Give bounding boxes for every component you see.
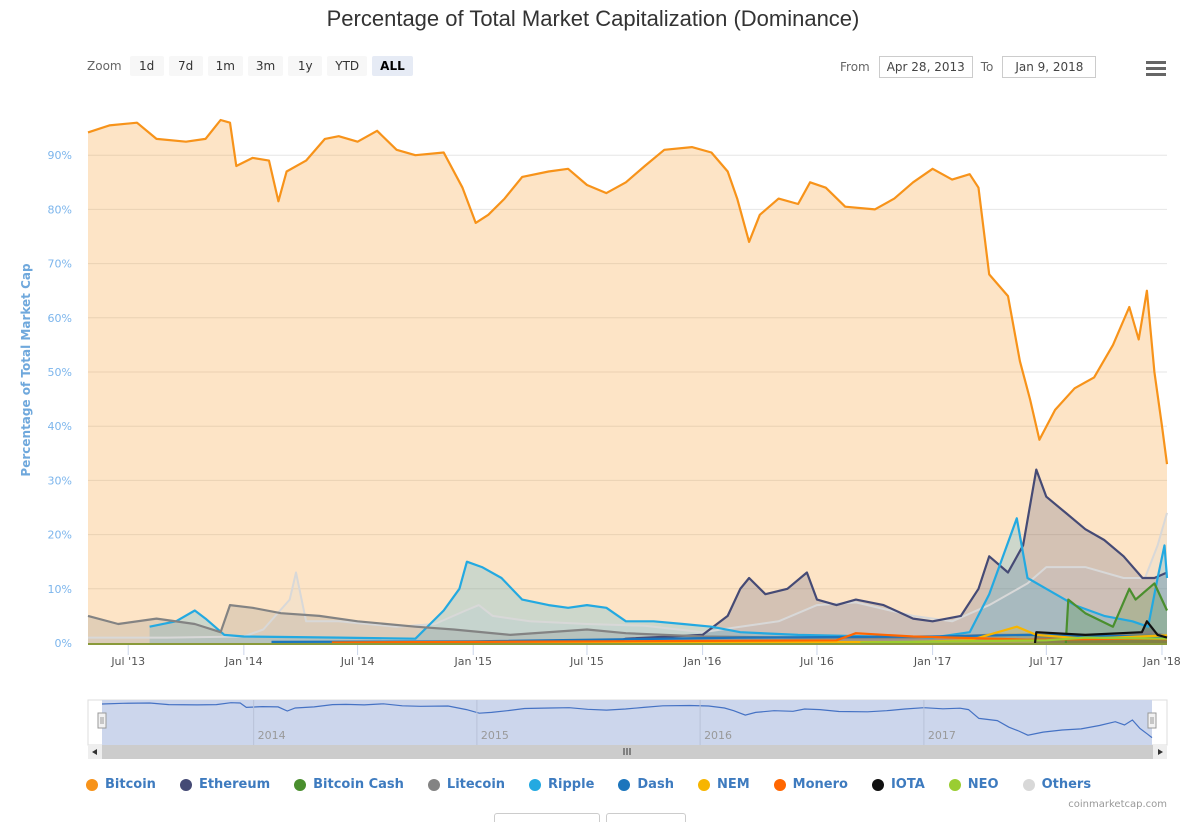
legend-item-others[interactable]: Others (1022, 777, 1092, 792)
x-tick-label: Jan '14 (224, 655, 262, 668)
legend-label: NEO (967, 777, 999, 792)
navigator-year-label: 2016 (704, 729, 732, 742)
legend-label: Bitcoin Cash (313, 777, 404, 792)
legend-marker-icon (427, 778, 440, 791)
legend-item-bitcoin-cash[interactable]: Bitcoin Cash (294, 777, 404, 792)
legend-label: Ethereum (198, 777, 271, 792)
legend-item-iota[interactable]: IOTA (871, 777, 925, 792)
navigator-year-label: 2014 (258, 729, 286, 742)
y-tick-label: 10% (48, 583, 72, 596)
x-tick-label: Jul '17 (1028, 655, 1063, 668)
x-tick-label: Jan '17 (913, 655, 951, 668)
x-tick-label: Jul '16 (799, 655, 834, 668)
legend-item-dash[interactable]: Dash (618, 777, 674, 792)
y-tick-label: 40% (48, 420, 72, 433)
x-tick-label: Jul '13 (110, 655, 145, 668)
legend-marker-icon (179, 778, 192, 791)
legend-marker-icon (1022, 778, 1035, 791)
legend-item-ethereum[interactable]: Ethereum (179, 777, 271, 792)
legend-label: Ripple (548, 777, 595, 792)
x-tick-label: Jan '15 (453, 655, 491, 668)
legend-label: Bitcoin (105, 777, 156, 792)
legend-marker-icon (618, 778, 631, 791)
legend-label: Monero (792, 777, 848, 792)
bottom-tab[interactable] (494, 813, 600, 822)
legend-item-ripple[interactable]: Ripple (529, 777, 594, 792)
legend-item-bitcoin[interactable]: Bitcoin (86, 777, 156, 792)
navigator[interactable]: 2014 2015 2016 2017 (87, 699, 1168, 759)
y-tick-label: 90% (48, 149, 72, 162)
legend-marker-icon (86, 778, 98, 791)
y-tick-label: 80% (48, 203, 72, 216)
y-tick-label: 30% (48, 474, 72, 487)
legend-marker-icon (948, 778, 961, 791)
x-tick-label: Jul '14 (340, 655, 375, 668)
y-tick-label: 70% (48, 258, 72, 271)
legend: Bitcoin Ethereum Bitcoin Cash Litecoin Rippl… (86, 777, 1115, 792)
y-axis-title: Percentage of Total Market Cap (19, 263, 33, 477)
x-tick-label: Jan '18 (1142, 655, 1180, 668)
legend-item-nem[interactable]: NEM (697, 777, 750, 792)
legend-label: Others (1041, 777, 1092, 792)
legend-item-neo[interactable]: NEO (948, 777, 999, 792)
legend-marker-icon (529, 778, 542, 791)
legend-marker-icon (294, 778, 307, 791)
chart-svg: 0% 10% 20% 30% 40% 50% 60% 70% 80% 90% Jul '13 Jan… (19, 118, 1181, 759)
x-tick-label: Jan '16 (683, 655, 721, 668)
x-tick-label: Jul '15 (569, 655, 604, 668)
legend-item-monero[interactable]: Monero (773, 777, 848, 792)
credit-link[interactable]: coinmarketcap.com (1068, 799, 1167, 810)
legend-item-litecoin[interactable]: Litecoin (427, 777, 506, 792)
y-tick-label: 60% (48, 312, 72, 325)
y-tick-label: 50% (48, 366, 72, 379)
bottom-tab[interactable] (606, 813, 686, 822)
y-tick-label: 20% (48, 529, 72, 542)
navigator-left-handle[interactable] (97, 712, 107, 729)
legend-label: NEM (716, 777, 750, 792)
navigator-year-label: 2015 (481, 729, 509, 742)
navigator-year-label: 2017 (928, 729, 956, 742)
legend-label: Dash (637, 777, 674, 792)
legend-label: IOTA (890, 777, 925, 792)
legend-marker-icon (871, 778, 884, 791)
legend-marker-icon (697, 778, 710, 791)
legend-marker-icon (773, 778, 786, 791)
navigator-right-handle[interactable] (1147, 712, 1157, 729)
y-tick-label: 0% (55, 637, 72, 650)
legend-label: Litecoin (446, 777, 506, 792)
